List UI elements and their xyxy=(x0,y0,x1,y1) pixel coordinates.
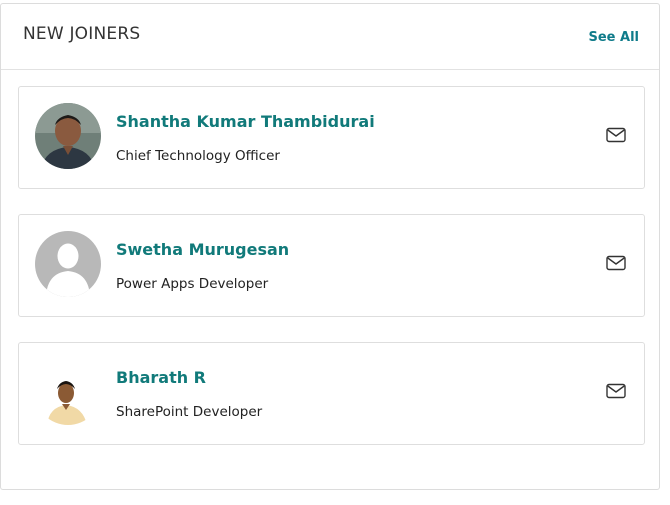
profile-photo xyxy=(35,359,101,425)
avatar xyxy=(35,103,101,169)
joiner-name[interactable]: Shantha Kumar Thambidurai xyxy=(116,112,375,131)
joiner-role: Power Apps Developer xyxy=(116,276,269,292)
joiner-name[interactable]: Swetha Murugesan xyxy=(116,240,289,259)
mail-icon[interactable] xyxy=(606,383,626,399)
mail-icon[interactable] xyxy=(606,127,626,143)
joiner-card: Bharath R SharePoint Developer xyxy=(18,342,645,445)
widget-title: NEW JOINERS xyxy=(23,24,141,44)
new-joiners-widget: NEW JOINERS See All Shantha Kumar Thambi… xyxy=(0,3,660,490)
mail-icon[interactable] xyxy=(606,255,626,271)
avatar xyxy=(35,231,101,297)
joiner-role: SharePoint Developer xyxy=(116,404,263,420)
default-user-icon xyxy=(35,231,101,297)
joiner-card: Shantha Kumar Thambidurai Chief Technolo… xyxy=(18,86,645,189)
joiner-card: Swetha Murugesan Power Apps Developer xyxy=(18,214,645,317)
joiner-name[interactable]: Bharath R xyxy=(116,368,206,387)
profile-photo xyxy=(35,103,101,169)
avatar xyxy=(35,359,101,425)
joiner-role: Chief Technology Officer xyxy=(116,148,280,164)
widget-header: NEW JOINERS See All xyxy=(1,4,659,70)
see-all-link[interactable]: See All xyxy=(589,30,640,45)
